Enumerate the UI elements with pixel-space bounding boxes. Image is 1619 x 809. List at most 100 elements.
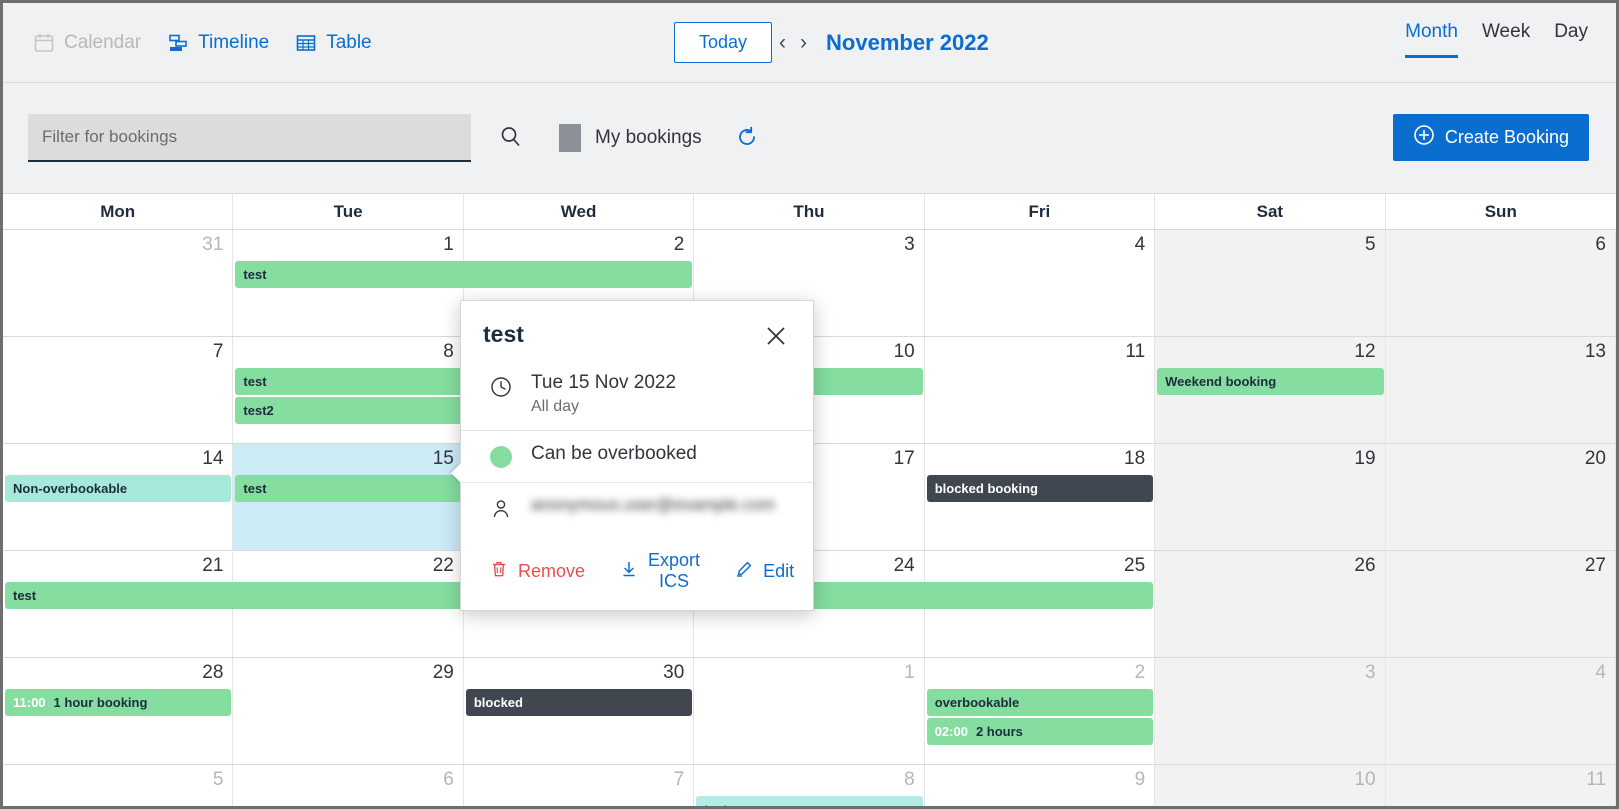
booking-bar[interactable]: test	[696, 796, 922, 809]
close-icon	[763, 323, 789, 352]
day-number: 3	[904, 234, 915, 256]
calendar-day-cell[interactable]: 4	[1386, 658, 1616, 764]
day-number: 12	[1354, 341, 1375, 363]
day-number: 24	[894, 555, 915, 577]
range-tab-day[interactable]: Day	[1554, 21, 1588, 58]
my-bookings-toggle[interactable]: My bookings	[559, 124, 702, 152]
booking-calendar-app: Calendar Timeline Table Today ‹ › Novemb…	[0, 0, 1619, 809]
booking-bar[interactable]: Weekend booking	[1157, 368, 1383, 395]
day-number: 14	[202, 448, 223, 470]
search-button[interactable]	[493, 119, 529, 158]
day-number: 20	[1585, 448, 1606, 470]
booking-label: Weekend booking	[1165, 374, 1276, 389]
refresh-button[interactable]	[730, 120, 764, 157]
popup-actions: Remove Export ICS Edit	[461, 534, 813, 610]
remove-button[interactable]: Remove	[489, 559, 585, 584]
view-tab-calendar[interactable]: Calendar	[33, 32, 141, 54]
today-button[interactable]: Today	[674, 22, 772, 63]
calendar-day-cell[interactable]: 10	[1155, 765, 1385, 809]
range-tab-month[interactable]: Month	[1405, 21, 1458, 58]
pencil-icon	[734, 559, 754, 584]
create-booking-label: Create Booking	[1445, 127, 1569, 148]
view-tab-timeline[interactable]: Timeline	[167, 32, 269, 54]
booking-label: blocked	[474, 695, 523, 710]
filter-toolbar: My bookings Create Booking	[3, 83, 1616, 194]
popup-person-section: anonymous.user@example.com	[461, 483, 813, 534]
calendar-day-cell[interactable]: 4	[925, 230, 1155, 336]
view-tab-table[interactable]: Table	[295, 32, 371, 54]
export-ics-button[interactable]: Export ICS	[619, 550, 700, 592]
prev-month-button[interactable]: ‹	[772, 32, 793, 53]
create-booking-button[interactable]: Create Booking	[1393, 114, 1589, 161]
popup-status: Can be overbooked	[531, 443, 697, 465]
calendar-day-cell[interactable]: 6	[233, 765, 463, 809]
calendar-day-cell[interactable]: 11	[925, 337, 1155, 443]
my-bookings-checkbox[interactable]	[559, 124, 581, 152]
edit-label: Edit	[763, 561, 794, 582]
remove-label: Remove	[518, 561, 585, 582]
booking-bar[interactable]: test2	[235, 397, 461, 424]
day-number: 7	[674, 769, 685, 791]
edit-button[interactable]: Edit	[734, 559, 794, 584]
calendar-day-cell[interactable]: 29	[233, 658, 463, 764]
date-navigation: Today ‹ › November 2022	[674, 22, 989, 63]
popup-date-section: Tue 15 Nov 2022 All day	[461, 360, 813, 431]
calendar-day-cell[interactable]: 19	[1155, 444, 1385, 550]
booking-bar[interactable]: blocked	[466, 689, 692, 716]
search-input[interactable]	[28, 114, 471, 162]
table-icon	[295, 32, 317, 54]
calendar-day-cell[interactable]: 31	[3, 230, 233, 336]
view-tab-calendar-label: Calendar	[64, 32, 141, 54]
day-number: 13	[1585, 341, 1606, 363]
calendar-day-cell[interactable]: 5	[3, 765, 233, 809]
booking-bar[interactable]: test	[235, 368, 461, 395]
day-number: 28	[202, 662, 223, 684]
booking-label: Non-overbookable	[13, 481, 127, 496]
close-button[interactable]	[761, 321, 791, 354]
calendar-day-cell[interactable]: 1	[694, 658, 924, 764]
range-tab-week[interactable]: Week	[1482, 21, 1530, 58]
day-number: 9	[1135, 769, 1146, 791]
booking-label: 1 hour booking	[54, 695, 148, 710]
day-number: 19	[1354, 448, 1375, 470]
day-number: 8	[904, 769, 915, 791]
popup-status-section: Can be overbooked	[461, 431, 813, 483]
clock-icon	[489, 372, 513, 399]
calendar-day-cell[interactable]: 7	[464, 765, 694, 809]
day-number: 29	[433, 662, 454, 684]
popup-person-email: anonymous.user@example.com	[531, 495, 775, 515]
booking-bar[interactable]: overbookable	[927, 689, 1153, 716]
refresh-icon	[734, 124, 760, 153]
weekday-header-sat: Sat	[1155, 194, 1385, 229]
day-number: 6	[1595, 234, 1606, 256]
booking-label: test	[243, 267, 266, 282]
booking-bar[interactable]: test	[235, 475, 461, 502]
booking-bar[interactable]: 11:001 hour booking	[5, 689, 231, 716]
day-number: 18	[1124, 448, 1145, 470]
calendar-icon	[33, 32, 55, 54]
day-number: 22	[433, 555, 454, 577]
day-number: 4	[1595, 662, 1606, 684]
booking-bar[interactable]: blocked booking	[927, 475, 1153, 502]
calendar-day-cell[interactable]: 7	[3, 337, 233, 443]
calendar-day-cell[interactable]: 5	[1155, 230, 1385, 336]
booking-label: test	[243, 374, 266, 389]
booking-bar[interactable]: Non-overbookable	[5, 475, 231, 502]
calendar-day-cell[interactable]: 26	[1155, 551, 1385, 657]
popup-date: Tue 15 Nov 2022	[531, 372, 676, 394]
day-number: 1	[904, 662, 915, 684]
calendar-day-cell[interactable]: 11	[1386, 765, 1616, 809]
booking-bar[interactable]: 02:002 hours	[927, 718, 1153, 745]
trash-icon	[489, 559, 509, 584]
calendar-day-cell[interactable]: 6	[1386, 230, 1616, 336]
current-month-label: November 2022	[826, 30, 989, 56]
day-number: 10	[1354, 769, 1375, 791]
calendar-day-cell[interactable]: 27	[1386, 551, 1616, 657]
next-month-button[interactable]: ›	[793, 32, 814, 53]
calendar-day-cell[interactable]: 9	[925, 765, 1155, 809]
calendar-day-cell[interactable]: 3	[1155, 658, 1385, 764]
booking-bar[interactable]: test	[235, 261, 692, 288]
calendar-day-cell[interactable]: 20	[1386, 444, 1616, 550]
calendar-day-cell[interactable]: 13	[1386, 337, 1616, 443]
day-number: 31	[202, 234, 223, 256]
